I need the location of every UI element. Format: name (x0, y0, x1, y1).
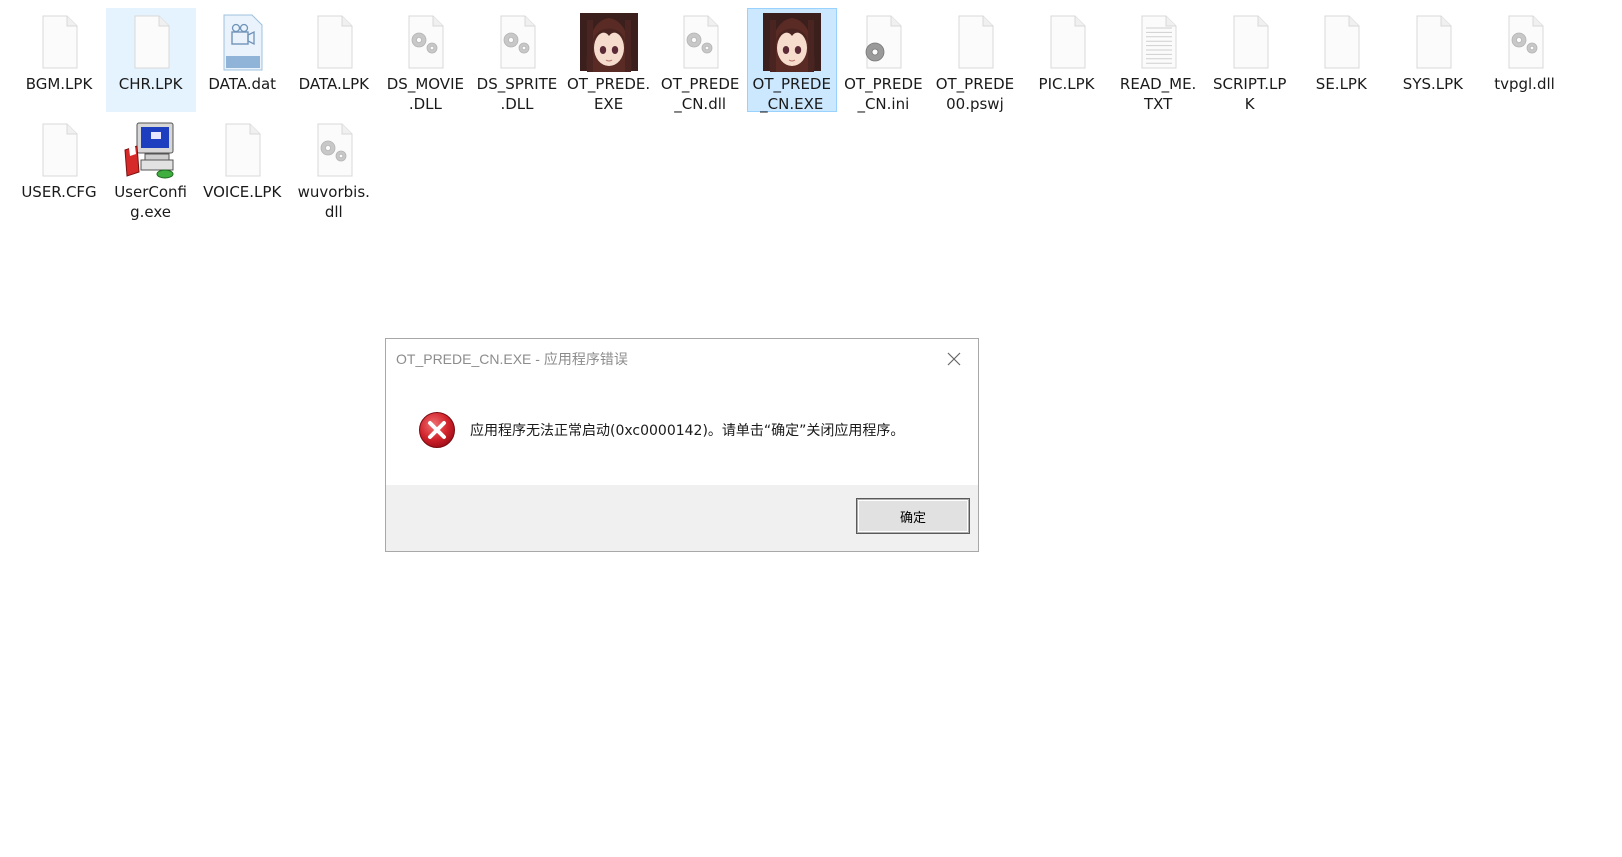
installer-app-icon (121, 120, 181, 180)
dialog-body: 应用程序无法正常启动(0xc0000142)。请单击“确定”关闭应用程序。 (386, 379, 978, 479)
file-name-label: CHR.LPK (118, 75, 183, 93)
file-name-label: DS_SPRITE .DLL (476, 75, 558, 113)
file-name-label: BGM.LPK (25, 75, 93, 93)
blank-file-icon (29, 120, 89, 180)
anime-girl-app-icon (762, 12, 822, 72)
file-item[interactable]: USER.CFG (14, 116, 104, 220)
blank-file-icon (1037, 12, 1097, 72)
file-name-label: OT_PREDE 00.pswj (935, 75, 1015, 113)
file-name-label: USER.CFG (21, 183, 97, 201)
dll-gear-icon (304, 120, 364, 180)
blank-file-icon (212, 120, 272, 180)
dll-gear-icon (487, 12, 547, 72)
error-icon (418, 411, 456, 449)
blank-file-icon (1220, 12, 1280, 72)
file-name-label: VOICE.LPK (203, 183, 282, 201)
file-item[interactable]: PIC.LPK (1022, 8, 1112, 112)
anime-girl-app-icon (579, 12, 639, 72)
file-grid: BGM.LPK CHR.LPK DATA.dat DATA.LPK DS_MOVIE .… (14, 8, 1614, 224)
close-icon (947, 352, 961, 366)
file-item[interactable]: VOICE.LPK (197, 116, 287, 220)
file-item[interactable]: wuvorbis. dll (289, 116, 379, 221)
file-name-label: tvpgl.dll (1494, 75, 1555, 93)
file-item[interactable]: OT_PREDE _CN.ini (838, 8, 928, 113)
file-item[interactable]: SYS.LPK (1388, 8, 1478, 112)
file-name-label: SYS.LPK (1402, 75, 1464, 93)
file-item[interactable]: OT_PREDE. EXE (564, 8, 654, 113)
video-file-icon (212, 12, 272, 72)
file-name-label: OT_PREDE _CN.ini (844, 75, 923, 113)
file-name-label: PIC.LPK (1038, 75, 1095, 93)
text-file-icon (1128, 12, 1188, 72)
blank-file-icon (1311, 12, 1371, 72)
file-name-label: OT_PREDE _CN.EXE (752, 75, 831, 113)
file-item[interactable]: UserConfi g.exe (106, 116, 196, 221)
file-name-label: DATA.LPK (298, 75, 369, 93)
file-name-label: SE.LPK (1315, 75, 1367, 93)
dialog-footer: 确定 (386, 485, 978, 551)
file-item[interactable]: SE.LPK (1296, 8, 1386, 112)
dialog-title: OT_PREDE_CN.EXE - 应用程序错误 (396, 351, 628, 367)
error-message: 应用程序无法正常启动(0xc0000142)。请单击“确定”关闭应用程序。 (470, 423, 905, 439)
dll-gear-icon (670, 12, 730, 72)
file-item[interactable]: READ_ME. TXT (1113, 8, 1203, 113)
file-item[interactable]: SCRIPT.LP K (1205, 8, 1295, 113)
ok-button[interactable]: 确定 (856, 498, 970, 534)
file-item[interactable]: DS_MOVIE .DLL (380, 8, 470, 113)
file-name-label: DS_MOVIE .DLL (386, 75, 464, 113)
file-name-label: OT_PREDE. EXE (566, 75, 651, 113)
file-item[interactable]: DATA.LPK (289, 8, 379, 112)
dll-gear-icon (1495, 12, 1555, 72)
blank-file-icon (1403, 12, 1463, 72)
explorer-file-view: BGM.LPK CHR.LPK DATA.dat DATA.LPK DS_MOVIE .… (0, 0, 1622, 857)
file-name-label: DATA.dat (208, 75, 277, 93)
file-item[interactable]: tvpgl.dll (1480, 8, 1570, 112)
file-item[interactable]: OT_PREDE _CN.EXE (746, 8, 837, 113)
file-item[interactable]: OT_PREDE _CN.dll (655, 8, 745, 113)
file-item[interactable]: CHR.LPK (105, 8, 196, 112)
blank-file-icon (304, 12, 364, 72)
file-item[interactable]: BGM.LPK (14, 8, 104, 112)
file-item[interactable]: DS_SPRITE .DLL (472, 8, 562, 113)
file-name-label: SCRIPT.LP K (1212, 75, 1287, 113)
file-name-label: wuvorbis. dll (297, 183, 370, 221)
dll-gear-icon (395, 12, 455, 72)
file-item[interactable]: DATA.dat (197, 8, 287, 112)
ini-settings-icon (853, 12, 913, 72)
file-name-label: OT_PREDE _CN.dll (660, 75, 740, 113)
error-dialog: OT_PREDE_CN.EXE - 应用程序错误 应用程序无法正常启动(0xc0… (385, 338, 979, 552)
close-button[interactable] (942, 347, 966, 371)
file-item[interactable]: OT_PREDE 00.pswj (930, 8, 1020, 113)
file-name-label: UserConfi g.exe (114, 183, 187, 221)
blank-file-icon (945, 12, 1005, 72)
blank-file-icon (29, 12, 89, 72)
file-name-label: READ_ME. TXT (1119, 75, 1197, 113)
blank-file-icon (121, 12, 181, 72)
